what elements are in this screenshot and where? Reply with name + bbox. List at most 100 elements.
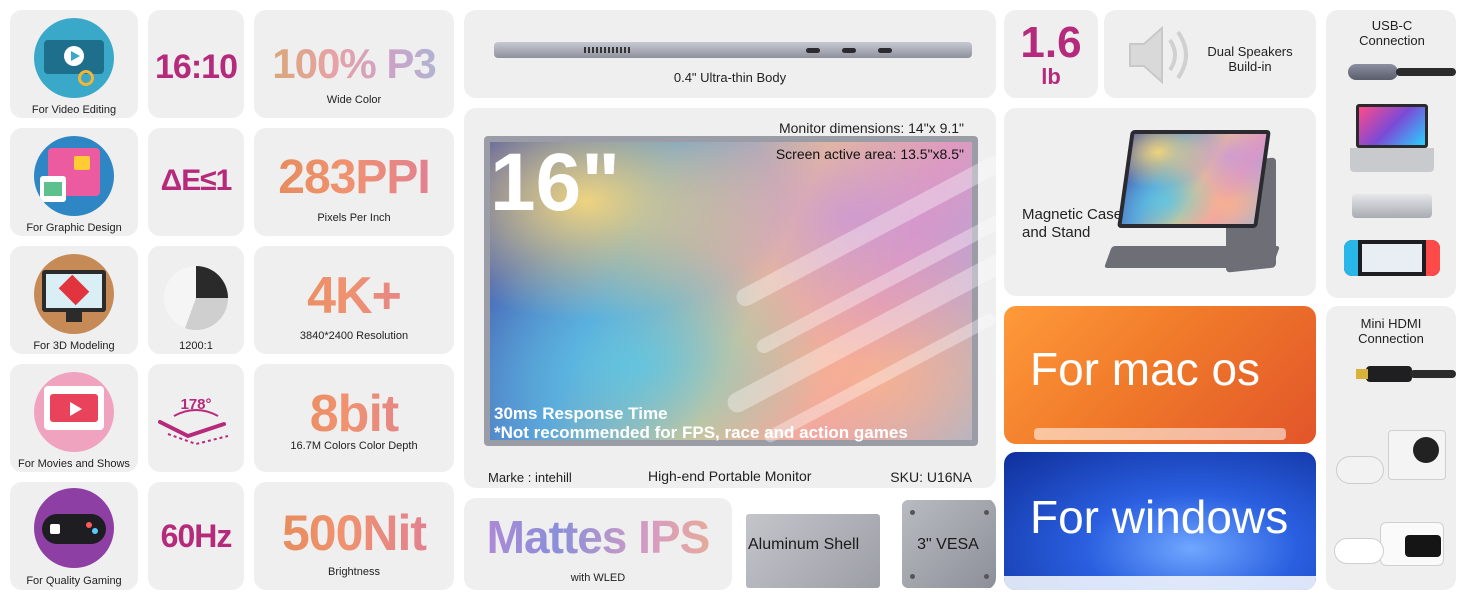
vesa-label: 3" VESA (917, 536, 979, 553)
use-label: For 3D Modeling (33, 340, 115, 352)
hdmi-port-icon (806, 48, 820, 53)
response-time: 30ms Response Time (494, 404, 668, 423)
brightness-caption: Brightness (328, 566, 380, 578)
viewing-angle-icon (158, 409, 229, 446)
product-label: High-end Portable Monitor (648, 468, 812, 484)
vesa-hole (910, 510, 915, 515)
cube-monitor-icon (34, 254, 114, 334)
screen-active-area: Screen active area: 13.5"x8.5" (775, 146, 964, 162)
vesa-hole (984, 510, 989, 515)
ppi-tile: 283PPI Pixels Per Inch (254, 128, 454, 236)
resolution-tile: 4K+ 3840*2400 Resolution (254, 246, 454, 354)
switch-icon (1344, 240, 1440, 276)
panel-tile: Mattes IPS with WLED (464, 498, 732, 590)
ps5-icon (1380, 522, 1444, 566)
delta-e: ΔE≤1 (160, 164, 233, 197)
mini-hdmi-label: Mini HDMI Connection (1358, 316, 1424, 346)
use-quality-gaming: For Quality Gaming (10, 482, 138, 590)
hdmi-cable (1410, 370, 1456, 378)
use-label: For Video Editing (31, 104, 117, 116)
mac-mini-icon (1352, 194, 1432, 218)
use-video-editing: For Video Editing (10, 10, 138, 118)
contrast-ratio: 1200:1 (179, 340, 213, 352)
response-note: *Not recommended for FPS, race and actio… (494, 423, 908, 442)
monitor-tile: Monitor dimensions: 14"x 9.1" Screen act… (464, 108, 996, 488)
windows-title: For windows (1030, 491, 1289, 543)
mac-dock (1034, 428, 1286, 440)
pixel-density-caption: Pixels Per Inch (317, 212, 391, 224)
use-movies-shows: For Movies and Shows (10, 364, 138, 472)
hdmi-connector-tip (1356, 369, 1368, 379)
use-3d-modeling: For 3D Modeling (10, 246, 138, 354)
vesa-tile: 3" VESA (900, 498, 996, 590)
speaker-icon (1129, 25, 1188, 85)
xbox-series-s-icon (1388, 430, 1446, 480)
stand-monitor (1117, 130, 1271, 228)
brightness: 500Nit (254, 504, 454, 562)
vesa-hole (984, 574, 989, 579)
weight-tile: 1.6 lb (1004, 10, 1098, 98)
body-caption: 0.4" Ultra-thin Body (673, 70, 787, 85)
film-scissors-icon (34, 18, 114, 98)
monitor-dimensions: Monitor dimensions: 14"x 9.1" (778, 120, 964, 136)
usbc-cable (1396, 68, 1456, 76)
ps5-controller-icon (1334, 538, 1384, 564)
brightness-tile: 500Nit Brightness (254, 482, 454, 590)
usbc-port-icon (878, 48, 892, 53)
refresh-rate: 60Hz (160, 518, 233, 554)
contrast-pie-icon (164, 266, 228, 330)
monitor-side-profile (494, 42, 972, 58)
gamepad-icon (34, 488, 114, 568)
macos-tile: For mac os (1004, 306, 1316, 444)
use-graphic-design: For Graphic Design (10, 128, 138, 236)
macbook-base (1350, 148, 1434, 172)
usbc-label: USB-C Connection (1359, 18, 1425, 48)
usbc-tile: USB-C Connection (1326, 10, 1456, 298)
panel-caption: with WLED (570, 572, 626, 584)
windows-taskbar (1004, 576, 1316, 590)
brand-label: Marke : intehill (488, 470, 572, 485)
color-gamut-tile: 100% P3 Wide Color (254, 10, 454, 118)
use-label: For Quality Gaming (26, 575, 122, 587)
aspect-ratio: 16:10 (155, 48, 238, 86)
speakers-label: Dual Speakers Build-in (1207, 44, 1293, 74)
stand-label: Magnetic Case and Stand (1022, 206, 1123, 241)
refresh-tile: 60Hz (148, 482, 244, 590)
delta-tile: ΔE≤1 (148, 128, 244, 236)
color-depth-tile: 8bit 16.7M Colors Color Depth (254, 364, 454, 472)
hdmi-cable-icon (1366, 366, 1412, 382)
weight-unit: lb (1041, 64, 1061, 89)
contrast-tile: 1200:1 (148, 246, 244, 354)
color-gamut-caption: Wide Color (326, 94, 382, 106)
design-canvas-icon (34, 136, 114, 216)
screen-size: 16" (490, 137, 621, 228)
windows-tile: For windows (1004, 452, 1316, 590)
macbook-icon (1356, 104, 1428, 148)
speaker-grille (584, 47, 632, 53)
resolution-caption: 3840*2400 Resolution (299, 330, 409, 342)
stand-tile: Magnetic Case and Stand (1004, 108, 1316, 296)
video-player-icon (34, 372, 114, 452)
case-base (1103, 246, 1281, 268)
shell-label: Aluminum Shell (748, 536, 860, 553)
usbc-cable-icon (1348, 64, 1398, 80)
pixel-density: 283PPI (254, 150, 454, 205)
angle-tile: 178° (148, 364, 244, 472)
macos-title: For mac os (1030, 343, 1261, 395)
shell-tile: Aluminum Shell (742, 498, 894, 590)
mini-hdmi-tile: Mini HDMI Connection (1326, 306, 1456, 590)
panel-type: Mattes IPS (464, 510, 732, 564)
use-label: For Graphic Design (26, 222, 122, 234)
body-tile: 0.4" Ultra-thin Body (464, 10, 996, 98)
use-label: For Movies and Shows (18, 458, 130, 470)
color-depth-caption: 16.7M Colors Color Depth (290, 440, 418, 452)
usbc-port-icon (842, 48, 856, 53)
sku-label: SKU: U16NA (890, 469, 972, 485)
color-gamut: 100% P3 (254, 40, 454, 88)
resolution: 4K+ (254, 266, 454, 326)
ratio-tile: 16:10 (148, 10, 244, 118)
vesa-hole (910, 574, 915, 579)
speakers-tile: Dual Speakers Build-in (1104, 10, 1316, 98)
color-depth: 8bit (254, 384, 454, 444)
xbox-controller-icon (1336, 456, 1384, 484)
